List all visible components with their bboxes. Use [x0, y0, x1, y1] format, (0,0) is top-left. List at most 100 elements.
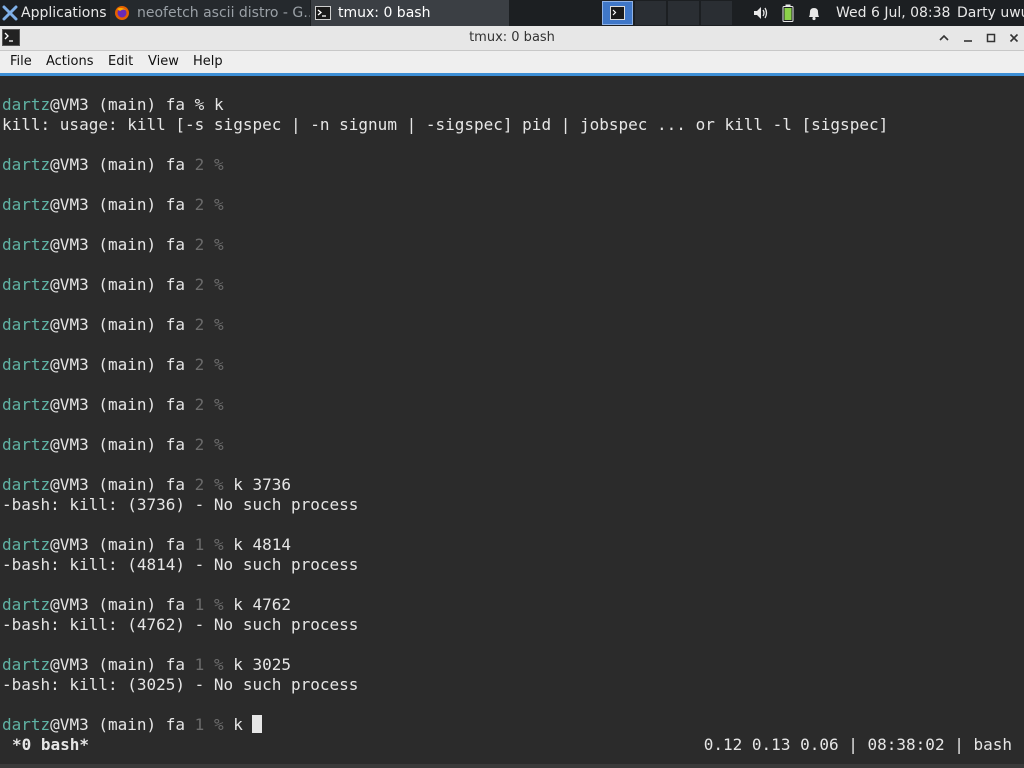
taskbar-item-label: neofetch ascii distro - G…	[137, 5, 310, 21]
close-icon[interactable]	[1005, 29, 1023, 47]
prompt-user: dartz	[2, 715, 51, 734]
battery-icon[interactable]	[782, 0, 794, 26]
prompt-status: 1 %	[194, 535, 224, 554]
prompt-user: dartz	[2, 595, 51, 614]
workspace-1[interactable]	[602, 1, 633, 25]
window-bottom-border	[0, 764, 1024, 768]
prompt-user: dartz	[2, 235, 51, 254]
taskbar-item-firefox[interactable]: neofetch ascii distro - G…	[110, 0, 310, 26]
command-text: k 3736	[223, 475, 292, 494]
prompt-status: 2 %	[194, 395, 224, 414]
prompt-status: 2 %	[194, 235, 224, 254]
prompt-status: %	[194, 95, 205, 114]
prompt-user: dartz	[2, 435, 51, 454]
window-titlebar[interactable]: tmux: 0 bash	[0, 26, 1024, 51]
prompt-host: @VM3 (main) fa	[50, 155, 195, 174]
prompt-user: dartz	[2, 655, 51, 674]
prompt-line: dartz@VM3 (main) fa 1 % k 3025	[2, 655, 291, 675]
minimize-icon[interactable]	[959, 29, 977, 47]
workspace-2[interactable]	[635, 1, 666, 25]
prompt-status: 1 %	[194, 595, 224, 614]
prompt-host: @VM3 (main) fa	[50, 655, 195, 674]
prompt-line: dartz@VM3 (main) fa % k	[2, 95, 224, 115]
prompt-host: @VM3 (main) fa	[50, 355, 195, 374]
menu-help[interactable]: Help	[193, 51, 223, 73]
terminal-icon	[610, 6, 625, 20]
text-cursor	[252, 715, 263, 733]
command-text: k	[223, 715, 253, 734]
applications-label: Applications	[21, 5, 107, 21]
prompt-host: @VM3 (main) fa	[50, 275, 195, 294]
prompt-line: dartz@VM3 (main) fa 2 %	[2, 195, 224, 215]
command-text: k 3025	[223, 655, 292, 674]
prompt-host: @VM3 (main) fa	[50, 535, 195, 554]
prompt-status: 2 %	[194, 355, 224, 374]
prompt-host: @VM3 (main) fa	[50, 395, 195, 414]
prompt-line: dartz@VM3 (main) fa 1 % k 4814	[2, 535, 291, 555]
user-menu[interactable]: Darty uwu	[957, 0, 1024, 26]
prompt-host: @VM3 (main) fa	[50, 475, 195, 494]
terminal-output[interactable]: dartz@VM3 (main) fa % k kill: usage: kill…	[0, 76, 1024, 768]
command-output-line: -bash: kill: (3736) - No such process	[2, 495, 359, 514]
volume-icon[interactable]	[752, 0, 770, 26]
prompt-line: dartz@VM3 (main) fa 1 % k	[2, 715, 263, 735]
prompt-status: 2 %	[194, 435, 224, 454]
applications-menu[interactable]: Applications ≡	[0, 0, 108, 26]
tmux-status-bar: *0 bash* 0.12 0.13 0.06 | 08:38:02 | bas…	[0, 735, 1024, 755]
prompt-line: dartz@VM3 (main) fa 2 %	[2, 435, 224, 455]
prompt-status: 2 %	[194, 155, 224, 174]
menubar: File Actions Edit View Help	[0, 51, 1024, 73]
prompt-user: dartz	[2, 275, 51, 294]
menu-edit[interactable]: Edit	[108, 51, 133, 73]
prompt-host: @VM3 (main) fa	[50, 435, 195, 454]
command-text: k 4762	[223, 595, 292, 614]
tmux-status-right: 0.12 0.13 0.06 | 08:38:02 | bash	[703, 735, 1012, 754]
prompt-user: dartz	[2, 475, 51, 494]
prompt-host: @VM3 (main) fa	[50, 95, 195, 114]
prompt-host: @VM3 (main) fa	[50, 235, 195, 254]
prompt-host: @VM3 (main) fa	[50, 715, 195, 734]
notifications-bell-icon[interactable]	[806, 0, 822, 26]
window-title: tmux: 0 bash	[469, 30, 555, 45]
prompt-user: dartz	[2, 155, 51, 174]
chevron-up-icon[interactable]	[935, 29, 953, 47]
menu-view[interactable]: View	[148, 51, 179, 73]
tmux-window-list[interactable]: *0 bash*	[12, 735, 89, 755]
prompt-line: dartz@VM3 (main) fa 1 % k 4762	[2, 595, 291, 615]
prompt-user: dartz	[2, 315, 51, 334]
prompt-status: 2 %	[194, 275, 224, 294]
command-text: k	[204, 95, 224, 114]
prompt-user: dartz	[2, 535, 51, 554]
prompt-line: dartz@VM3 (main) fa 2 %	[2, 395, 224, 415]
prompt-line: dartz@VM3 (main) fa 2 % k 3736	[2, 475, 291, 495]
maximize-icon[interactable]	[982, 29, 1000, 47]
xfce-logo-icon	[2, 5, 18, 21]
prompt-line: dartz@VM3 (main) fa 2 %	[2, 275, 224, 295]
taskbar-item-tmux[interactable]: tmux: 0 bash	[311, 0, 509, 26]
menu-file[interactable]: File	[10, 51, 32, 73]
command-output-line: -bash: kill: (3025) - No such process	[2, 675, 359, 694]
command-output-line: -bash: kill: (4762) - No such process	[2, 615, 359, 634]
prompt-status: 2 %	[194, 315, 224, 334]
prompt-user: dartz	[2, 195, 51, 214]
terminal-icon	[315, 6, 331, 20]
prompt-status: 1 %	[194, 655, 224, 674]
taskbar-item-label: tmux: 0 bash	[338, 5, 431, 21]
top-panel: Applications ≡ neofetch ascii distro - G…	[0, 0, 1024, 26]
command-text: k 4814	[223, 535, 292, 554]
prompt-host: @VM3 (main) fa	[50, 315, 195, 334]
prompt-host: @VM3 (main) fa	[50, 195, 195, 214]
panel-clock[interactable]: Wed 6 Jul, 08:38	[836, 0, 950, 26]
prompt-line: dartz@VM3 (main) fa 2 %	[2, 235, 224, 255]
prompt-status: 2 %	[194, 195, 224, 214]
command-output-line: kill: usage: kill [-s sigspec | -n signu…	[2, 115, 889, 134]
prompt-status: 1 %	[194, 715, 224, 734]
workspace-3[interactable]	[668, 1, 699, 25]
firefox-icon	[115, 6, 129, 20]
menu-actions[interactable]: Actions	[46, 51, 94, 73]
prompt-line: dartz@VM3 (main) fa 2 %	[2, 315, 224, 335]
prompt-line: dartz@VM3 (main) fa 2 %	[2, 355, 224, 375]
prompt-user: dartz	[2, 395, 51, 414]
prompt-user: dartz	[2, 355, 51, 374]
workspace-4[interactable]	[701, 1, 732, 25]
